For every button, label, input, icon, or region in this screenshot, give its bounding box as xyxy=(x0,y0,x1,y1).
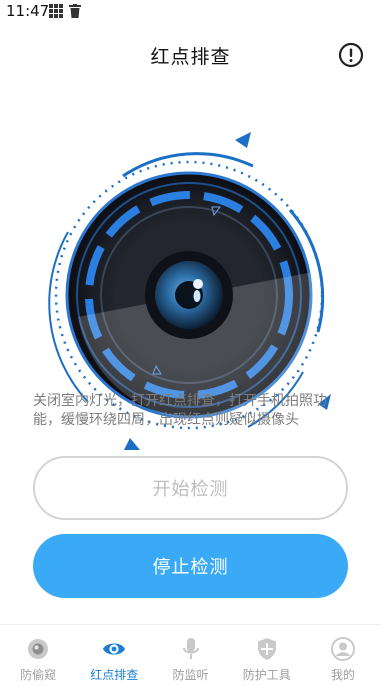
grid-icon xyxy=(49,4,63,18)
status-bar: 11:47 xyxy=(0,0,381,24)
app-bar: 红点排查 xyxy=(0,30,381,78)
start-detection-button[interactable]: 开始检测 xyxy=(33,456,348,520)
nav-label: 红点排查 xyxy=(90,668,139,682)
shield-icon xyxy=(255,637,279,661)
nav-item-mine[interactable]: 我的 xyxy=(305,625,381,686)
nav-item-anti-peep[interactable]: 防偷窥 xyxy=(0,625,76,686)
page-title: 红点排查 xyxy=(150,46,231,68)
instruction-text: 关闭室内灯光，打开红点排查，打开手机拍照功能，缓慢环绕四周，出现红点则疑似摄像头 xyxy=(33,393,327,428)
nav-label: 防监听 xyxy=(172,668,209,682)
stop-detection-button[interactable]: 停止检测 xyxy=(33,534,348,598)
microphone-icon xyxy=(179,637,203,661)
eye-icon xyxy=(102,637,126,661)
status-time: 11:47 xyxy=(6,2,50,20)
info-icon xyxy=(338,42,364,68)
nav-label: 我的 xyxy=(330,668,355,682)
user-icon xyxy=(330,637,355,661)
info-button[interactable] xyxy=(338,42,364,68)
nav-label: 防护工具 xyxy=(242,668,291,682)
nav-label: 防偷窥 xyxy=(20,668,57,682)
trash-icon xyxy=(69,4,81,18)
bottom-navigation: 防偷窥 红点排查 防监听 防护工具 我的 xyxy=(0,624,381,686)
nav-item-red-dot-check[interactable]: 红点排查 xyxy=(76,625,152,686)
eye-lens-icon xyxy=(26,637,50,661)
nav-item-protection-tools[interactable]: 防护工具 xyxy=(229,625,305,686)
nav-item-anti-eavesdrop[interactable]: 防监听 xyxy=(152,625,228,686)
